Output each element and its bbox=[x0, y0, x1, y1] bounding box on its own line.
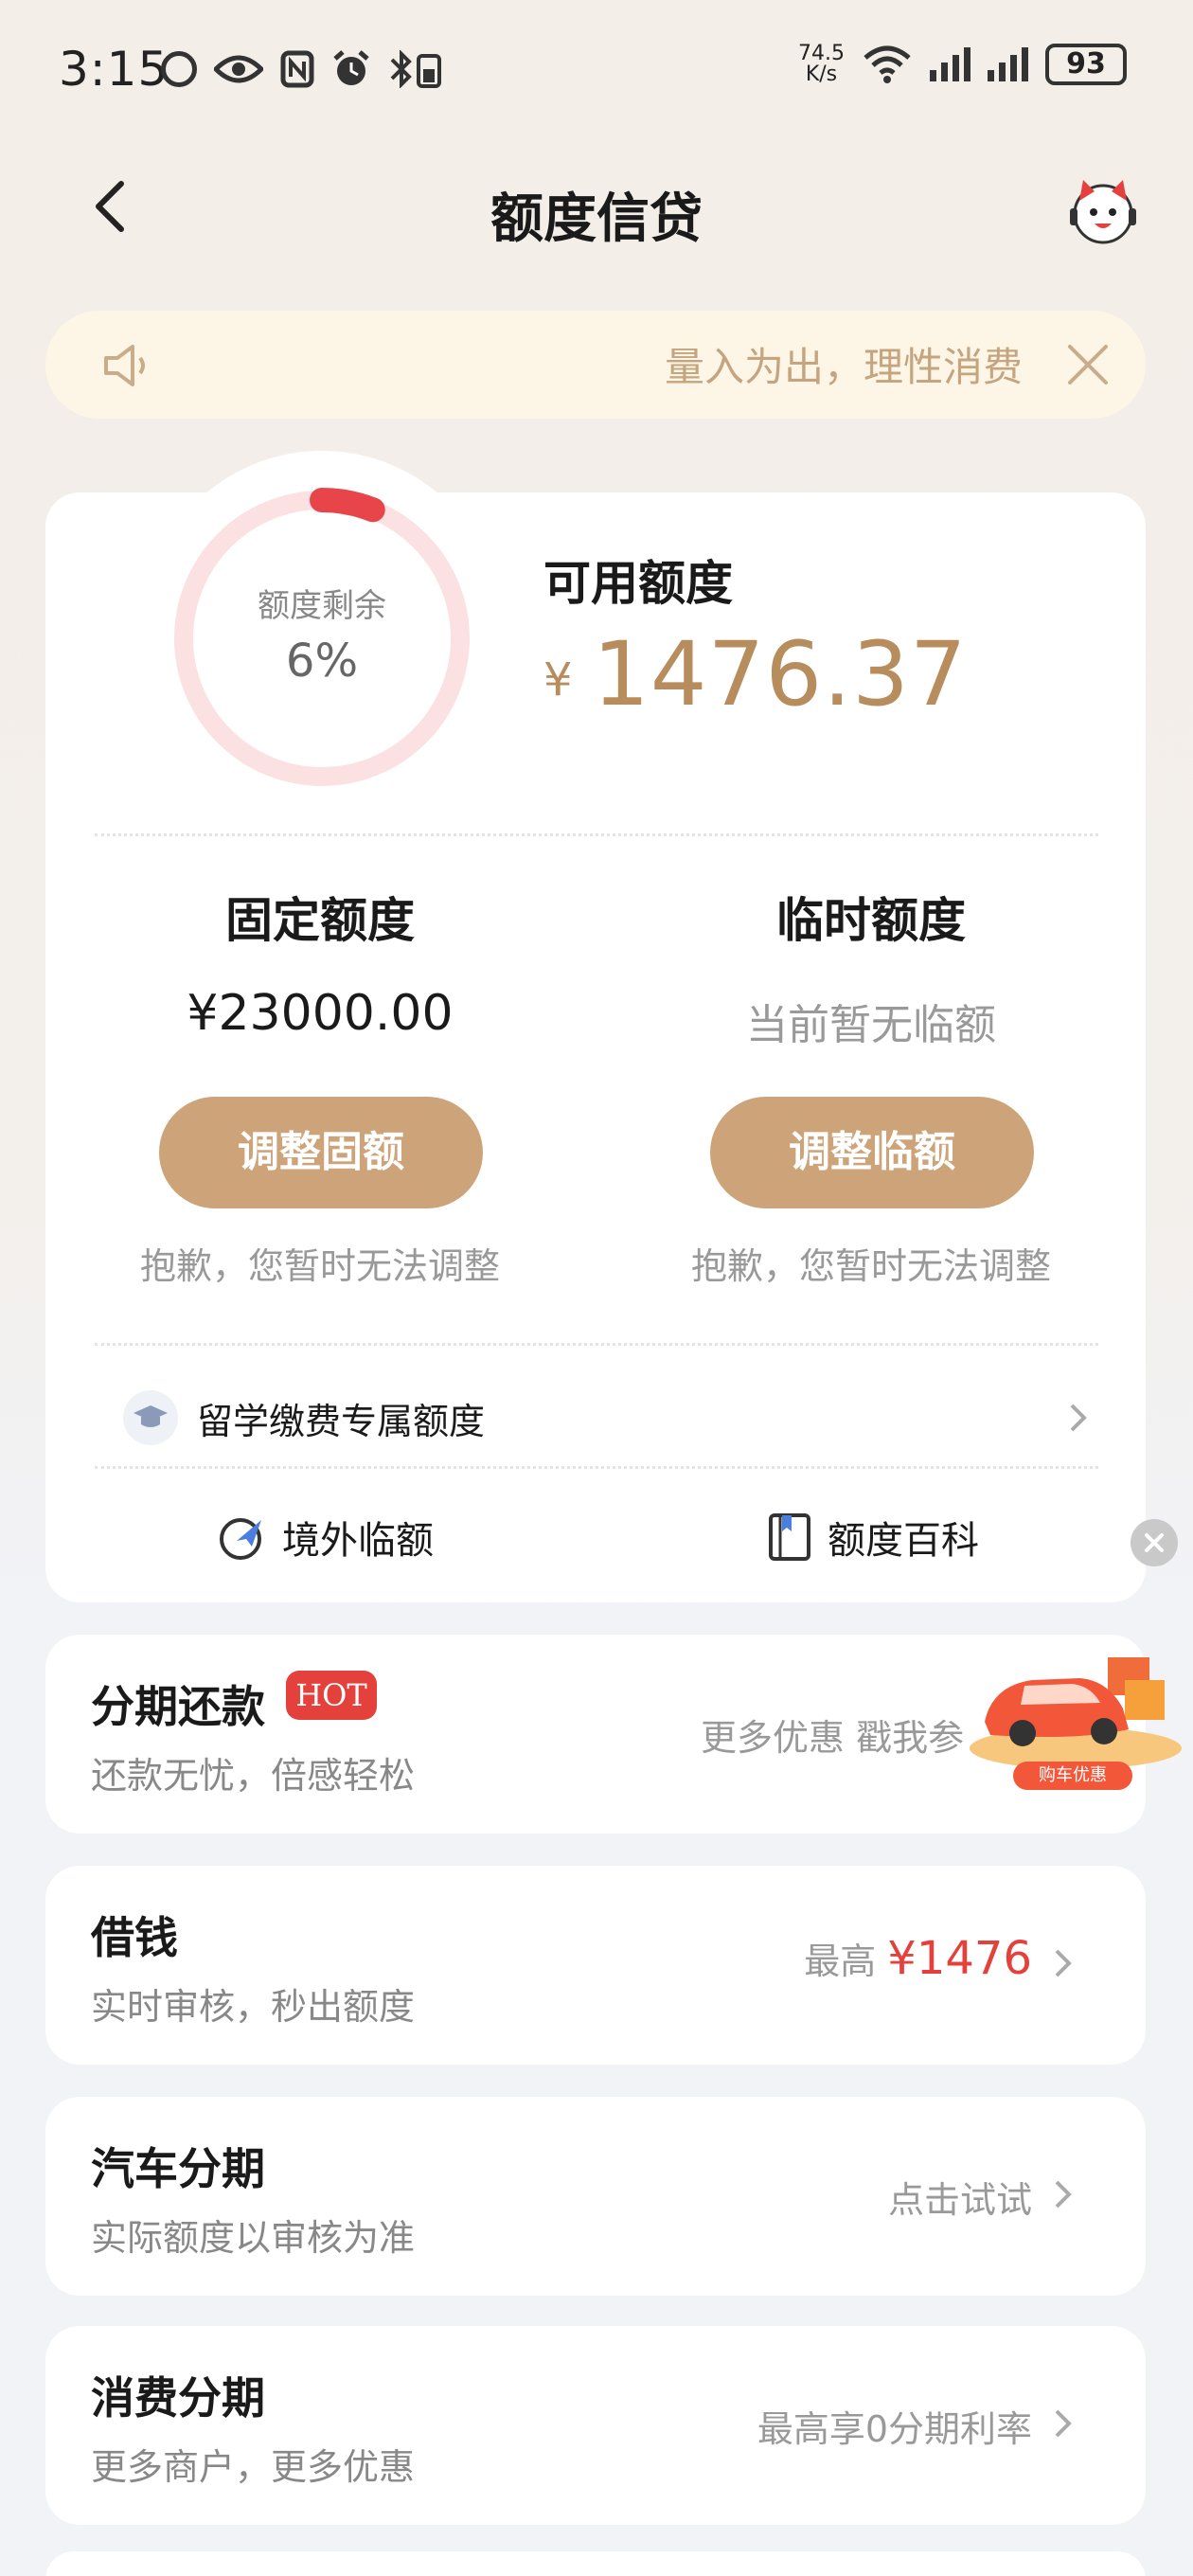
overseas-temp-credit-label: 境外临额 bbox=[282, 1519, 434, 1563]
notice-text: 量入为出，理性消费 bbox=[665, 344, 1024, 390]
status-time: 3:15 bbox=[59, 42, 169, 97]
signal-2-icon bbox=[988, 47, 1028, 81]
car-loan-card[interactable]: 汽车分期 实际额度以审核为准 点击试试 bbox=[45, 2097, 1146, 2296]
borrow-max-prefix: 最高 bbox=[804, 1941, 877, 1982]
available-amount: 1476.37 bbox=[593, 623, 968, 726]
wifi-icon bbox=[864, 45, 911, 83]
nfc-icon bbox=[280, 50, 314, 88]
borrow-title: 借钱 bbox=[91, 1912, 178, 1963]
close-icon bbox=[1145, 1533, 1164, 1552]
ring-label: 额度剩余 bbox=[258, 587, 386, 625]
divider bbox=[95, 1466, 1098, 1469]
car-promo-icon bbox=[970, 1657, 1182, 1769]
car-loan-action: 点击试试 bbox=[887, 2179, 1032, 2221]
notice-bar[interactable]: 量入为出，理性消费 bbox=[45, 311, 1146, 419]
status-system-icons: 74.5 K/s 93 bbox=[798, 44, 1127, 85]
credit-wiki-link[interactable]: 额度百科 bbox=[767, 1510, 979, 1565]
chevron-right-icon bbox=[1055, 2409, 1072, 2438]
borrow-subtitle: 实时审核，秒出额度 bbox=[91, 1986, 416, 2028]
temp-credit-note: 抱歉，您暂时无法调整 bbox=[690, 1245, 1051, 1287]
consumer-installment-subtitle: 更多商户，更多优惠 bbox=[91, 2446, 416, 2488]
divider bbox=[95, 1343, 1098, 1346]
battery-indicator: 93 bbox=[1045, 44, 1127, 85]
installment-repay-promo: 更多优惠 戳我参 bbox=[701, 1717, 965, 1759]
net-speed-unit: K/s bbox=[805, 63, 838, 86]
chevron-right-icon bbox=[1055, 2180, 1072, 2209]
net-speed-value: 74.5 bbox=[798, 42, 845, 65]
bluetooth-battery-icon bbox=[390, 50, 441, 88]
eye-icon bbox=[214, 55, 263, 83]
overseas-temp-credit-link[interactable]: 境外临额 bbox=[218, 1510, 434, 1565]
fixed-credit-title: 固定额度 bbox=[225, 893, 415, 948]
car-loan-title: 汽车分期 bbox=[91, 2143, 265, 2194]
status-notification-icons bbox=[161, 49, 443, 89]
installment-repay-subtitle: 还款无忧，倍感轻松 bbox=[91, 1755, 416, 1797]
credit-wiki-label: 额度百科 bbox=[828, 1519, 979, 1563]
ring-percent: 6% bbox=[285, 635, 359, 688]
installment-repay-title: 分期还款 bbox=[91, 1681, 265, 1732]
plane-globe-icon bbox=[220, 1518, 261, 1560]
consumer-installment-title: 消费分期 bbox=[91, 2372, 265, 2424]
study-abroad-row[interactable]: 留学缴费专属额度 bbox=[123, 1385, 1089, 1451]
fixed-credit-value: ¥23000.00 bbox=[187, 985, 454, 1042]
available-label: 可用额度 bbox=[543, 556, 733, 611]
service-mascot-icon[interactable] bbox=[1066, 174, 1140, 248]
graduation-cap-icon bbox=[123, 1390, 178, 1445]
temp-credit-value: 当前暂无临额 bbox=[746, 1001, 996, 1049]
next-card-partial bbox=[45, 2551, 1146, 2576]
consumer-installment-promo: 最高享0分期利率 bbox=[757, 2408, 1032, 2450]
fixed-credit-note: 抱歉，您暂时无法调整 bbox=[139, 1245, 500, 1287]
alarm-icon bbox=[333, 50, 369, 85]
borrow-max-value: ¥1476 bbox=[887, 1932, 1032, 1985]
study-abroad-label: 留学缴费专属额度 bbox=[197, 1400, 486, 1442]
car-promo-float[interactable]: 购车优惠 bbox=[966, 1631, 1185, 1792]
temp-credit-title: 临时额度 bbox=[776, 893, 966, 948]
consumer-installment-card[interactable]: 消费分期 更多商户，更多优惠 最高享0分期利率 bbox=[45, 2326, 1146, 2525]
float-close-button[interactable] bbox=[1131, 1519, 1178, 1566]
borrow-card[interactable]: 借钱 实时审核，秒出额度 最高 ¥1476 bbox=[45, 1866, 1146, 2065]
hot-badge: HOT bbox=[286, 1671, 377, 1720]
divider bbox=[95, 833, 1098, 836]
speaker-icon bbox=[104, 345, 145, 386]
net-speed: 74.5 K/s bbox=[798, 44, 845, 85]
chevron-right-icon bbox=[1055, 1949, 1072, 1977]
page-title: 额度信贷 bbox=[490, 188, 703, 250]
car-promo-label: 购车优惠 bbox=[1013, 1762, 1132, 1790]
car-loan-subtitle: 实际额度以审核为准 bbox=[91, 2217, 416, 2259]
signal-1-icon bbox=[930, 47, 970, 81]
borrow-max: 最高 ¥1476 bbox=[804, 1932, 1032, 1985]
available-currency: ¥ bbox=[543, 653, 573, 707]
adjust-fixed-button[interactable]: 调整固额 bbox=[159, 1097, 483, 1208]
chevron-right-icon bbox=[1070, 1404, 1087, 1432]
close-icon[interactable] bbox=[1062, 339, 1113, 390]
hd-call-icon bbox=[161, 51, 197, 87]
adjust-temp-button[interactable]: 调整临额 bbox=[710, 1097, 1034, 1208]
book-icon bbox=[769, 1513, 810, 1561]
